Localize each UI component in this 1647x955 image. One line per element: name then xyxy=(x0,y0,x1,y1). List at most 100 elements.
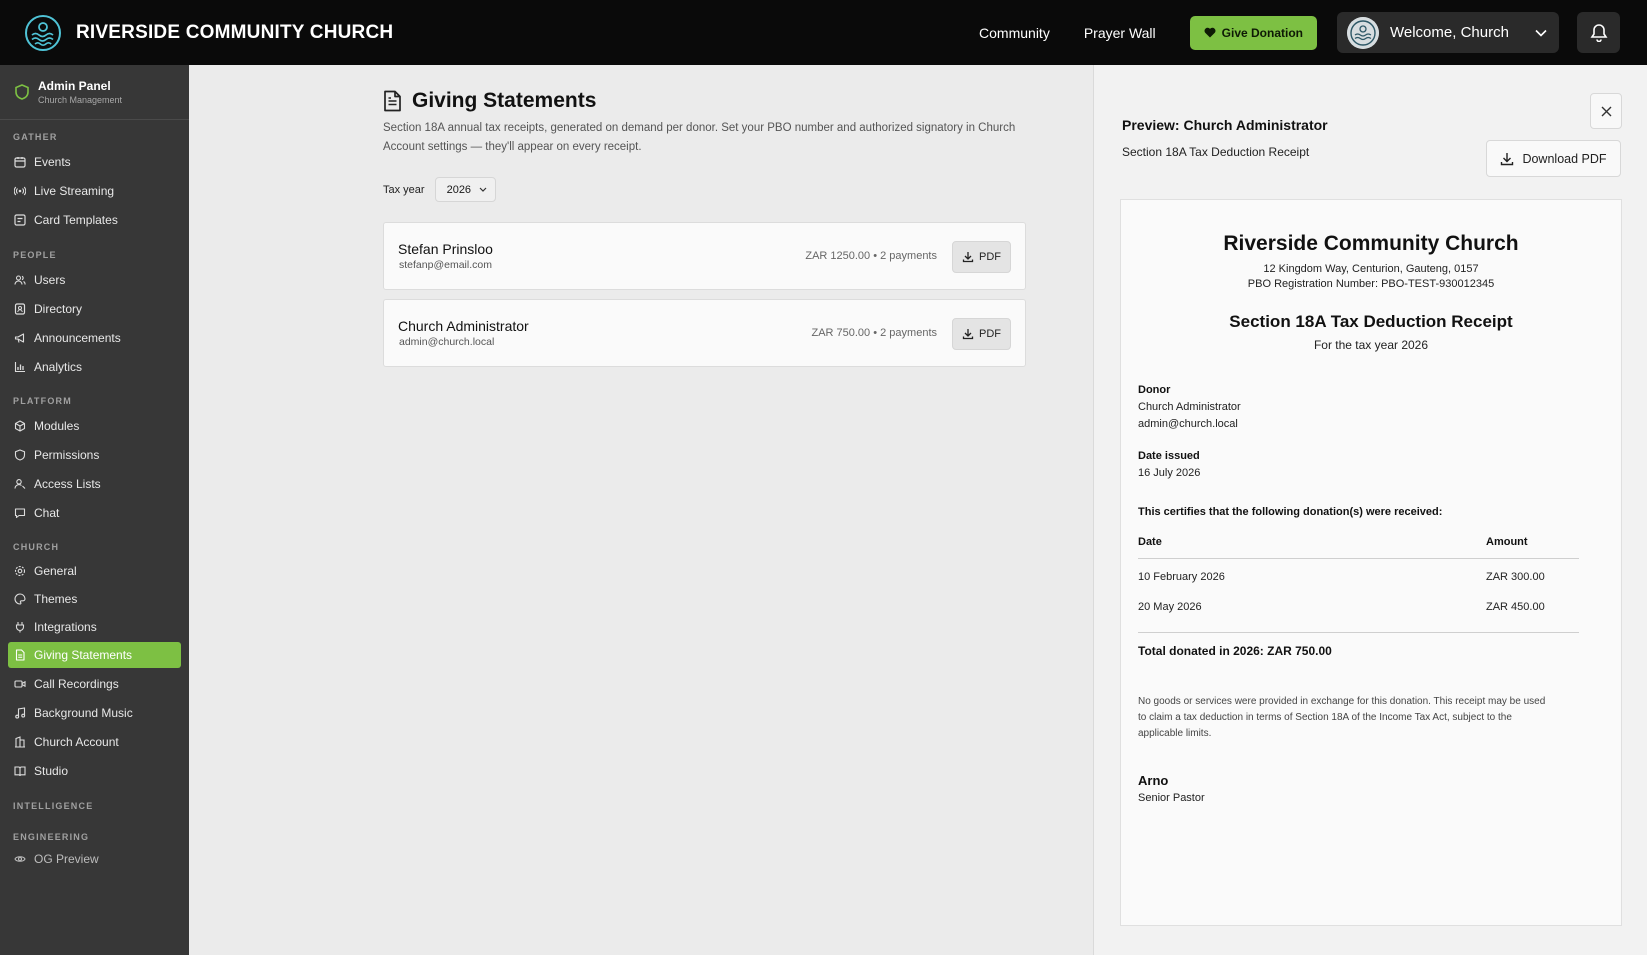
nav-community[interactable]: Community xyxy=(979,25,1050,41)
calendar-icon xyxy=(14,157,26,168)
admin-panel-header: Admin Panel Church Management xyxy=(0,65,189,120)
receipt-address: 12 Kingdom Way, Centurion, Gauteng, 0157 xyxy=(1263,263,1479,275)
donor-email: stefanp@email.com xyxy=(399,259,492,271)
admin-panel-title: Admin Panel xyxy=(38,79,111,93)
plug-icon xyxy=(15,622,25,633)
preview-title: Preview: Church Administrator xyxy=(1122,117,1328,133)
section-gather: GATHER xyxy=(13,132,58,142)
section-intelligence: INTELLIGENCE xyxy=(13,801,94,811)
document-icon xyxy=(15,649,25,661)
receipt-donor-name: Church Administrator xyxy=(1138,401,1241,413)
donor-summary: ZAR 750.00 • 2 payments xyxy=(811,327,937,339)
sidebar-item-label: Events xyxy=(34,155,71,169)
sidebar-item-label: Users xyxy=(34,273,66,287)
sidebar-item-users[interactable]: Users xyxy=(8,267,181,293)
sidebar-item-chat[interactable]: Chat xyxy=(8,500,181,526)
sidebar-item-permissions[interactable]: Permissions xyxy=(8,442,181,468)
sidebar-item-access-lists[interactable]: Access Lists xyxy=(8,471,181,497)
notifications-button[interactable] xyxy=(1577,12,1620,53)
sidebar-item-label: Background Music xyxy=(34,706,133,720)
directory-icon xyxy=(14,303,26,315)
avatar xyxy=(1347,16,1379,49)
package-icon xyxy=(14,420,26,432)
shield-icon xyxy=(15,84,29,100)
download-pdf-button[interactable]: Download PDF xyxy=(1486,140,1621,177)
sidebar-item-label: Access Lists xyxy=(34,477,101,491)
sidebar-item-label: Card Templates xyxy=(34,213,118,227)
sidebar-item-announcements[interactable]: Announcements xyxy=(8,325,181,351)
sidebar-item-call-recordings[interactable]: Call Recordings xyxy=(8,671,181,697)
receipt-donor-label: Donor xyxy=(1138,384,1171,396)
video-icon xyxy=(14,680,26,688)
receipt-row-amount: ZAR 450.00 xyxy=(1486,601,1545,613)
pdf-button[interactable]: PDF xyxy=(952,318,1011,350)
receipt-preview-panel: Preview: Church Administrator Section 18… xyxy=(1093,65,1647,955)
tax-receipt: Riverside Community Church 12 Kingdom Wa… xyxy=(1120,199,1622,926)
pdf-button[interactable]: PDF xyxy=(952,241,1011,273)
sidebar-item-label: Church Account xyxy=(34,735,119,749)
section-people: PEOPLE xyxy=(13,250,57,260)
sidebar-item-studio[interactable]: Studio xyxy=(8,758,181,784)
sidebar-item-label: Analytics xyxy=(34,360,83,374)
top-nav: Community Prayer Wall Give Donation Welc… xyxy=(979,0,1647,65)
donor-name: Church Administrator xyxy=(398,318,529,334)
template-icon xyxy=(14,214,26,226)
sidebar: Admin Panel Church Management GATHER Eve… xyxy=(0,65,189,955)
sidebar-item-integrations[interactable]: Integrations xyxy=(8,614,181,640)
sidebar-item-label: Chat xyxy=(34,506,60,520)
user-menu[interactable]: Welcome, Church xyxy=(1337,12,1559,53)
section-platform: PLATFORM xyxy=(13,396,72,406)
building-icon xyxy=(15,736,25,748)
tax-year-label: Tax year xyxy=(383,183,425,196)
eye-icon xyxy=(14,856,26,862)
sidebar-item-general[interactable]: General xyxy=(8,558,181,584)
page-title: Giving Statements xyxy=(412,89,597,112)
receipt-col-date: Date xyxy=(1138,536,1162,548)
church-avatar-icon xyxy=(1347,16,1379,49)
receipt-heading: Section 18A Tax Deduction Receipt xyxy=(1229,312,1513,331)
gear-icon xyxy=(14,565,26,577)
main-content: Giving Statements Section 18A annual tax… xyxy=(189,65,1093,955)
page-header: Giving Statements xyxy=(383,89,596,113)
donor-name: Stefan Prinsloo xyxy=(398,241,493,257)
sidebar-item-directory[interactable]: Directory xyxy=(8,296,181,322)
sidebar-item-giving-statements[interactable]: Giving Statements xyxy=(8,642,181,668)
donor-card[interactable]: Church Administrator admin@church.local … xyxy=(383,299,1026,367)
receipt-signatory-title: Senior Pastor xyxy=(1138,792,1205,804)
sidebar-item-analytics[interactable]: Analytics xyxy=(8,354,181,380)
sidebar-item-church-account[interactable]: Church Account xyxy=(8,729,181,755)
tax-year-select[interactable]: 2026 xyxy=(434,177,496,202)
brand-name: RIVERSIDE COMMUNITY CHURCH xyxy=(76,21,394,43)
chevron-down-icon xyxy=(1535,29,1547,37)
bar-chart-icon xyxy=(14,362,25,373)
heart-icon xyxy=(1204,27,1216,38)
chevron-down-icon xyxy=(479,187,487,192)
sidebar-item-background-music[interactable]: Background Music xyxy=(8,700,181,726)
sidebar-item-themes[interactable]: Themes xyxy=(8,586,181,612)
top-bar: RIVERSIDE COMMUNITY CHURCH Community Pra… xyxy=(0,0,1647,65)
receipt-pbo-number: PBO Registration Number: PBO-TEST-930012… xyxy=(1247,278,1495,290)
sidebar-item-modules[interactable]: Modules xyxy=(8,413,181,439)
sidebar-item-og-preview[interactable]: OG Preview xyxy=(8,846,181,872)
download-icon xyxy=(1501,152,1514,165)
sidebar-item-events[interactable]: Events xyxy=(8,149,181,175)
close-preview-button[interactable] xyxy=(1590,93,1622,129)
sidebar-item-label: Call Recordings xyxy=(34,677,119,691)
sidebar-item-label: Announcements xyxy=(34,331,121,345)
brand[interactable]: RIVERSIDE COMMUNITY CHURCH xyxy=(24,14,393,52)
admin-panel-subtitle: Church Management xyxy=(38,95,123,105)
broadcast-icon xyxy=(14,186,26,196)
receipt-total-divider xyxy=(1138,632,1579,633)
sidebar-item-card-templates[interactable]: Card Templates xyxy=(8,207,181,233)
receipt-signatory-name: Arno xyxy=(1138,773,1169,788)
section-church: CHURCH xyxy=(13,542,60,552)
give-donation-button[interactable]: Give Donation xyxy=(1189,15,1317,50)
preview-subtitle: Section 18A Tax Deduction Receipt xyxy=(1122,145,1310,159)
sidebar-item-live-streaming[interactable]: Live Streaming xyxy=(8,178,181,204)
nav-prayer-wall[interactable]: Prayer Wall xyxy=(1084,25,1156,41)
donor-card[interactable]: Stefan Prinsloo stefanp@email.com ZAR 12… xyxy=(383,222,1026,290)
receipt-total: Total donated in 2026: ZAR 750.00 xyxy=(1138,644,1332,658)
sidebar-item-label: Integrations xyxy=(34,620,97,634)
sidebar-item-label: Themes xyxy=(34,592,78,606)
download-pdf-label: Download PDF xyxy=(1522,151,1607,166)
